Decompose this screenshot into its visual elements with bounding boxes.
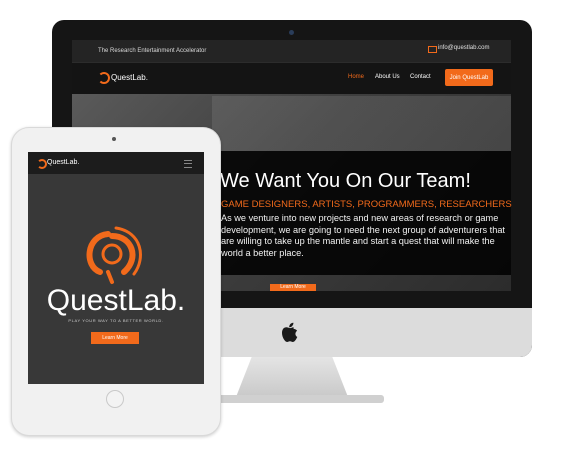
tablet-site-logo[interactable]: QuestLab. [47, 159, 79, 166]
imac-stand [236, 357, 348, 397]
hamburger-icon[interactable] [184, 160, 192, 168]
hero-subtitle: GAME DESIGNERS, ARTISTS, PROGRAMMERS, RE… [221, 199, 512, 210]
hero-learn-more-button[interactable]: Learn More [270, 284, 316, 291]
ipad-home-button[interactable] [106, 390, 124, 408]
questlab-logo-icon [37, 159, 47, 169]
hero-title: We Want You On Our Team! [220, 170, 471, 192]
apple-logo-icon [282, 322, 298, 342]
tablet-screen: QuestLab. QuestLab. PLAY YOUR WAY TO A B… [28, 152, 204, 384]
tablet-learn-more-button[interactable]: Learn More [91, 332, 139, 344]
mail-icon [428, 46, 437, 53]
tablet-brand-title: QuestLab. [46, 284, 186, 317]
site-tagline: The Research Entertainment Accelerator [98, 48, 207, 54]
ipad-camera [112, 137, 116, 141]
contact-email[interactable]: info@questlab.com [438, 45, 489, 51]
nav-home[interactable]: Home [348, 74, 364, 80]
hero-photo [212, 96, 511, 151]
tablet-tagline: PLAY YOUR WAY TO A BETTER WORLD. [68, 318, 164, 323]
nav-about-us[interactable]: About Us [375, 74, 400, 80]
questlab-logo-icon [98, 72, 110, 84]
join-questlab-button[interactable]: Join QuestLab [445, 69, 493, 86]
imac-camera [289, 30, 294, 35]
questlab-logo-icon [86, 226, 142, 284]
hero-body: As we venture into new projects and new … [221, 213, 505, 258]
nav-contact[interactable]: Contact [410, 74, 431, 80]
imac-base [200, 395, 384, 403]
site-logo[interactable]: QuestLab. [111, 73, 148, 82]
